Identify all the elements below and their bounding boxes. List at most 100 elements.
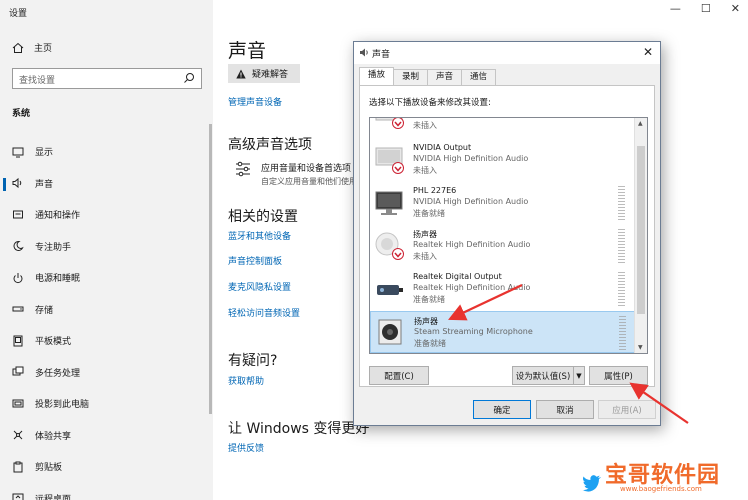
volume-level-meter (619, 316, 626, 350)
device-item[interactable]: NVIDIA Output NVIDIA High Definition Audi… (370, 139, 636, 181)
device-status: 准备就绪 (414, 339, 446, 348)
device-list[interactable]: 扬声器 Steam Streaming Microphone 准备就绪 Realtek… (369, 117, 648, 354)
properties-button[interactable]: 属性(P) (589, 366, 648, 385)
tablet-icon (13, 335, 23, 347)
sidebar-item[interactable]: 剪贴板 (0, 451, 213, 483)
watermark-url: www.baogefriends.com (620, 485, 702, 493)
bluetooth-link[interactable]: 蓝牙和其他设备 (228, 229, 291, 242)
configure-button[interactable]: 配置(C) (369, 366, 429, 385)
page-title: 声音 (228, 40, 267, 62)
sidebar-item[interactable]: 投影到此电脑 (0, 388, 213, 420)
device-description: Steam Streaming Microphone (414, 327, 533, 336)
sidebar-item-label: 显示 (35, 148, 54, 159)
dialog-titlebar[interactable]: 声音 ✕ (354, 42, 660, 64)
device-status: 未插入 (413, 166, 437, 175)
instruction-text: 选择以下播放设备来修改其设置: (369, 98, 491, 108)
device-item[interactable]: NVIDIA High Definition Audio 未插入 (370, 117, 636, 136)
device-description: Realtek High Definition Audio (413, 283, 531, 292)
sidebar-item-label: 远程桌面 (35, 494, 72, 500)
active-indicator (3, 177, 6, 191)
device-description: Realtek High Definition Audio (413, 240, 531, 249)
dialog-tabs: 播放 录制 声音 通信 (359, 67, 497, 85)
project-icon (12, 399, 24, 408)
device-item[interactable]: Realtek Digital Output Realtek High Defin… (370, 268, 636, 310)
feedback-link[interactable]: 提供反馈 (228, 441, 264, 454)
sidebar-item-label: 声音 (35, 179, 54, 190)
device-description: NVIDIA High Definition Audio (413, 117, 528, 118)
sidebar-item[interactable]: 通知和操作 (0, 199, 213, 231)
set-default-dropdown[interactable]: ▼ (573, 366, 585, 385)
sound-dialog: 声音 ✕ 播放 录制 声音 通信 选择以下播放设备来修改其设置: 扬声器 Stea… (353, 41, 661, 426)
remote-desktop-icon (12, 493, 24, 500)
storage-icon (12, 306, 24, 312)
ease-of-access-audio-link[interactable]: 轻松访问音频设置 (228, 306, 300, 319)
sidebar-item[interactable]: 声音 (0, 168, 213, 200)
search-icon (184, 73, 194, 83)
mic-privacy-link[interactable]: 麦克风隐私设置 (228, 280, 291, 293)
ok-button[interactable]: 确定 (473, 400, 531, 419)
dialog-close-button[interactable]: ✕ (643, 45, 653, 59)
device-item[interactable]: 扬声器 Realtek High Definition Audio 未插入 (370, 225, 636, 267)
search-placeholder: 查找设置 (19, 76, 56, 86)
sidebar-item-label: 通知和操作 (35, 211, 81, 222)
sidebar-item-label: 平板模式 (35, 337, 72, 348)
watermark: 宝哥软件园 www.baogefriends.com (580, 457, 748, 500)
maximize-button[interactable]: ☐ (701, 2, 711, 15)
manage-devices-link[interactable]: 管理声音设备 (228, 95, 282, 108)
sidebar-item[interactable]: 专注助手 (0, 231, 213, 263)
playback-panel: 选择以下播放设备来修改其设置: 扬声器 Steam Streaming Micro… (359, 85, 655, 387)
volume-level-meter (618, 186, 625, 220)
device-list-scrollbar[interactable]: ▲ ▼ (634, 118, 647, 353)
warning-icon (236, 69, 246, 78)
scroll-down-icon[interactable]: ▼ (638, 344, 643, 351)
notification-icon (13, 210, 23, 219)
tab-sounds[interactable]: 声音 (427, 69, 463, 85)
nav-list: 显示声音通知和操作专注助手电源和睡眠存储平板模式多任务处理投影到此电脑 体验共享剪… (0, 136, 213, 500)
sound-control-panel-link[interactable]: 声音控制面板 (228, 254, 282, 267)
monitor-disconnected-icon (375, 118, 404, 129)
sidebar-item-label: 电源和睡眠 (35, 274, 81, 285)
cancel-button[interactable]: 取消 (536, 400, 594, 419)
multitask-icon (12, 366, 24, 376)
sidebar-item[interactable]: 远程桌面 (0, 483, 213, 500)
scroll-up-icon[interactable]: ▲ (638, 120, 643, 127)
apply-button[interactable]: 应用(A) (598, 400, 656, 419)
app-title: 设置 (9, 9, 28, 19)
twitter-bird-icon (582, 475, 601, 492)
scroll-thumb[interactable] (637, 146, 645, 314)
tab-recording[interactable]: 录制 (393, 69, 429, 85)
sidebar-item-label: 体验共享 (35, 431, 72, 442)
tab-playback[interactable]: 播放 (359, 67, 395, 85)
device-name: PHL 227E6 (413, 186, 457, 195)
sidebar-item[interactable]: 显示 (0, 136, 213, 168)
sidebar-item[interactable]: 存储 (0, 294, 213, 326)
device-status: 准备就绪 (413, 295, 445, 304)
search-input[interactable]: 查找设置 (12, 68, 202, 89)
sidebar-item[interactable]: 体验共享 (0, 420, 213, 452)
device-item[interactable]: PHL 227E6 NVIDIA High Definition Audio 准备就… (370, 182, 636, 224)
advanced-heading: 高级声音选项 (228, 137, 312, 153)
device-name: 扬声器 (413, 230, 437, 239)
set-default-button[interactable]: 设为默认值(S) (512, 366, 574, 385)
device-item[interactable]: 扬声器 Steam Streaming Microphone 准备就绪 (370, 311, 636, 353)
related-heading: 相关的设置 (228, 209, 298, 225)
close-button[interactable]: ✕ (731, 2, 740, 15)
sidebar-item[interactable]: 电源和睡眠 (0, 262, 213, 294)
sidebar-item[interactable]: 多任务处理 (0, 357, 213, 389)
speaker-icon (360, 48, 368, 57)
sidebar-scrollbar[interactable] (209, 124, 212, 414)
sidebar-item-label: 剪贴板 (35, 463, 63, 474)
sidebar-item[interactable]: 平板模式 (0, 325, 213, 357)
power-icon (13, 272, 23, 283)
sidebar-item-label: 专注助手 (35, 242, 72, 253)
improve-heading: 让 Windows 变得更好 (228, 421, 370, 437)
tab-communications[interactable]: 通信 (461, 69, 497, 85)
troubleshoot-button[interactable]: 疑难解答 (228, 64, 300, 83)
home-nav-item[interactable]: 主页 (12, 41, 52, 54)
sidebar-item-label: 投影到此电脑 (35, 400, 90, 411)
get-help-link[interactable]: 获取帮助 (228, 374, 264, 387)
clipboard-icon (13, 461, 23, 473)
minimize-button[interactable]: — (670, 2, 681, 15)
monitor-icon (375, 191, 403, 215)
device-status: 准备就绪 (413, 209, 445, 218)
